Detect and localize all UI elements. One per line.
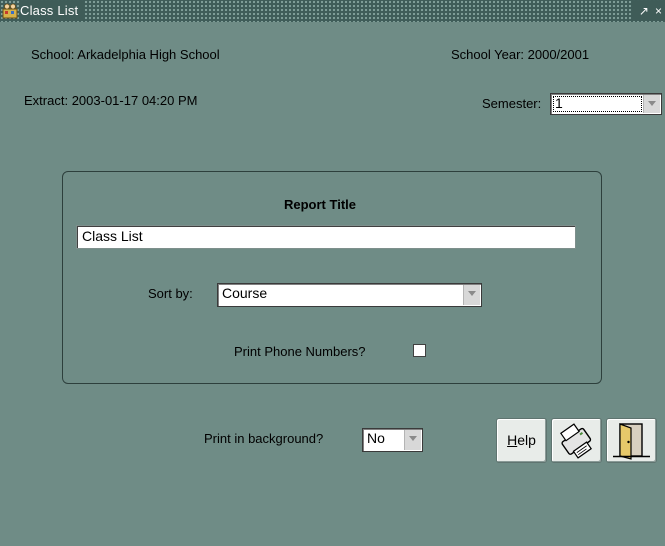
printer-icon	[560, 423, 592, 459]
school-year-info: School Year: 2000/2001	[451, 47, 589, 62]
close-icon[interactable]: ×	[655, 1, 662, 21]
extract-info: Extract: 2003-01-17 04:20 PM	[24, 93, 197, 108]
school-label: School:	[31, 47, 75, 62]
extract-value: 2003-01-17 04:20 PM	[71, 93, 198, 108]
chevron-down-icon[interactable]	[463, 285, 480, 305]
school-info: School: Arkadelphia High School	[31, 47, 220, 62]
sort-by-select[interactable]: Course	[217, 283, 482, 307]
help-mnemonic: H	[507, 432, 518, 448]
help-label: elp	[517, 432, 536, 448]
semester-value: 1	[555, 95, 563, 111]
print-background-select[interactable]: No	[362, 428, 423, 452]
exit-door-icon	[613, 423, 650, 460]
app-icon	[2, 3, 18, 19]
print-phone-checkbox[interactable]	[413, 344, 426, 357]
print-background-label: Print in background?	[204, 431, 324, 446]
help-button[interactable]: Help	[496, 418, 547, 463]
exit-button[interactable]	[606, 418, 657, 463]
semester-select[interactable]: 1	[550, 93, 662, 115]
window-title: Class List	[20, 1, 85, 21]
school-value: Arkadelphia High School	[77, 47, 220, 62]
title-bar[interactable]: Class List ↗ ×	[0, 0, 665, 22]
school-year-value: 2000/2001	[527, 47, 590, 62]
report-title-input[interactable]: Class List	[76, 225, 576, 249]
semester-label: Semester:	[482, 96, 542, 111]
chevron-down-icon[interactable]	[404, 430, 421, 450]
restore-icon[interactable]: ↗	[639, 1, 649, 21]
print-button[interactable]	[551, 418, 602, 463]
window-controls: ↗ ×	[631, 1, 665, 21]
print-phone-label: Print Phone Numbers?	[234, 344, 366, 359]
report-title-heading: Report Title	[284, 197, 356, 212]
sort-by-value: Course	[222, 285, 268, 301]
print-background-value: No	[367, 430, 385, 446]
school-year-label: School Year:	[451, 47, 525, 62]
chevron-down-icon[interactable]	[643, 95, 660, 113]
focus-indicator	[553, 96, 642, 112]
extract-label: Extract:	[24, 93, 69, 108]
class-list-window: Class List ↗ × School: Arkadelphia High S…	[0, 0, 665, 546]
sort-by-label: Sort by:	[148, 286, 193, 301]
